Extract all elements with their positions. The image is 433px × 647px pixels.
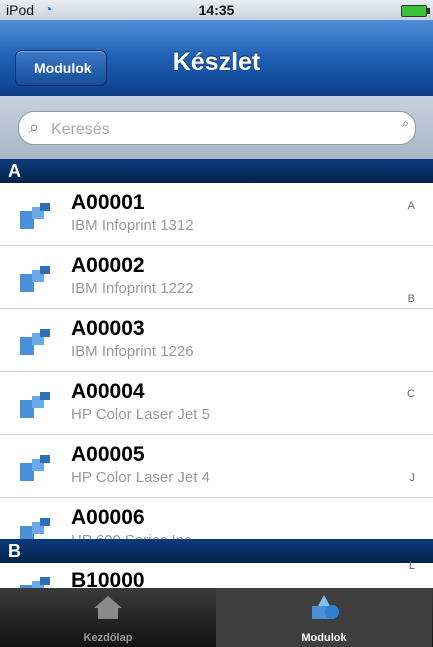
list-item[interactable]: A00004 HP Color Laser Jet 5 — [0, 372, 433, 435]
tab-label: Modulok — [301, 632, 347, 644]
tab-home[interactable]: Kezdőlap — [0, 588, 216, 647]
tab-modules[interactable]: Modulok — [216, 588, 432, 647]
search-input[interactable] — [49, 120, 383, 140]
item-name: HP Color Laser Jet 5 — [71, 406, 210, 423]
item-code: A00004 — [71, 380, 145, 403]
tab-bar: Kezdőlap Modulok — [0, 588, 433, 647]
item-code: A00001 — [71, 191, 145, 214]
inventory-box-icon — [20, 266, 50, 292]
inventory-box-icon — [20, 392, 50, 418]
home-icon — [94, 596, 122, 619]
inventory-box-icon — [20, 203, 50, 229]
item-code: A00005 — [71, 443, 145, 466]
inventory-box-icon — [20, 577, 50, 588]
item-name: HP Color Laser Jet 4 — [71, 469, 210, 486]
index-letter-a[interactable]: A — [408, 200, 415, 212]
search-bar: ⌕ ⌕ — [0, 96, 433, 159]
index-letter-j[interactable]: J — [410, 472, 416, 484]
list-item[interactable]: B10000 — [0, 563, 433, 588]
status-bar: iPod ◔ 14:35 — [0, 0, 433, 20]
item-code: A00002 — [71, 254, 145, 277]
navigation-bar: Modulok Készlet — [0, 20, 433, 96]
page-title: Készlet — [172, 48, 261, 76]
list-item[interactable]: A00003 IBM Infoprint 1226 — [0, 309, 433, 372]
item-name: IBM Infoprint 1222 — [71, 280, 194, 297]
inventory-box-icon — [20, 329, 50, 355]
item-code: A00006 — [71, 506, 145, 529]
search-icon: ⌕ — [29, 117, 40, 137]
clock: 14:35 — [198, 2, 235, 18]
section-header-a: A — [0, 159, 433, 183]
search-field[interactable]: ⌕ ⌕ — [18, 111, 416, 145]
section-letter: A — [8, 161, 21, 181]
item-code: B10000 — [71, 569, 145, 588]
list-item[interactable]: A00005 HP Color Laser Jet 4 — [0, 435, 433, 498]
index-letter-l[interactable]: L — [409, 560, 415, 572]
item-name: IBM Infoprint 1312 — [71, 217, 194, 234]
inventory-box-icon — [20, 455, 50, 481]
section-letter: B — [8, 541, 21, 561]
list-item[interactable]: A00001 IBM Infoprint 1312 — [0, 183, 433, 246]
section-header-b: B — [0, 539, 433, 563]
item-code: A00003 — [71, 317, 145, 340]
item-name: IBM Infoprint 1226 — [71, 343, 194, 360]
index-letter-c[interactable]: C — [407, 388, 415, 400]
modules-icon — [312, 595, 339, 619]
battery-icon — [401, 5, 430, 17]
index-letter-b[interactable]: B — [408, 293, 415, 305]
tab-label: Kezdőlap — [83, 632, 133, 644]
list-item[interactable]: A00002 IBM Infoprint 1222 — [0, 246, 433, 309]
search-clear-icon[interactable]: ⌕ — [402, 116, 409, 131]
